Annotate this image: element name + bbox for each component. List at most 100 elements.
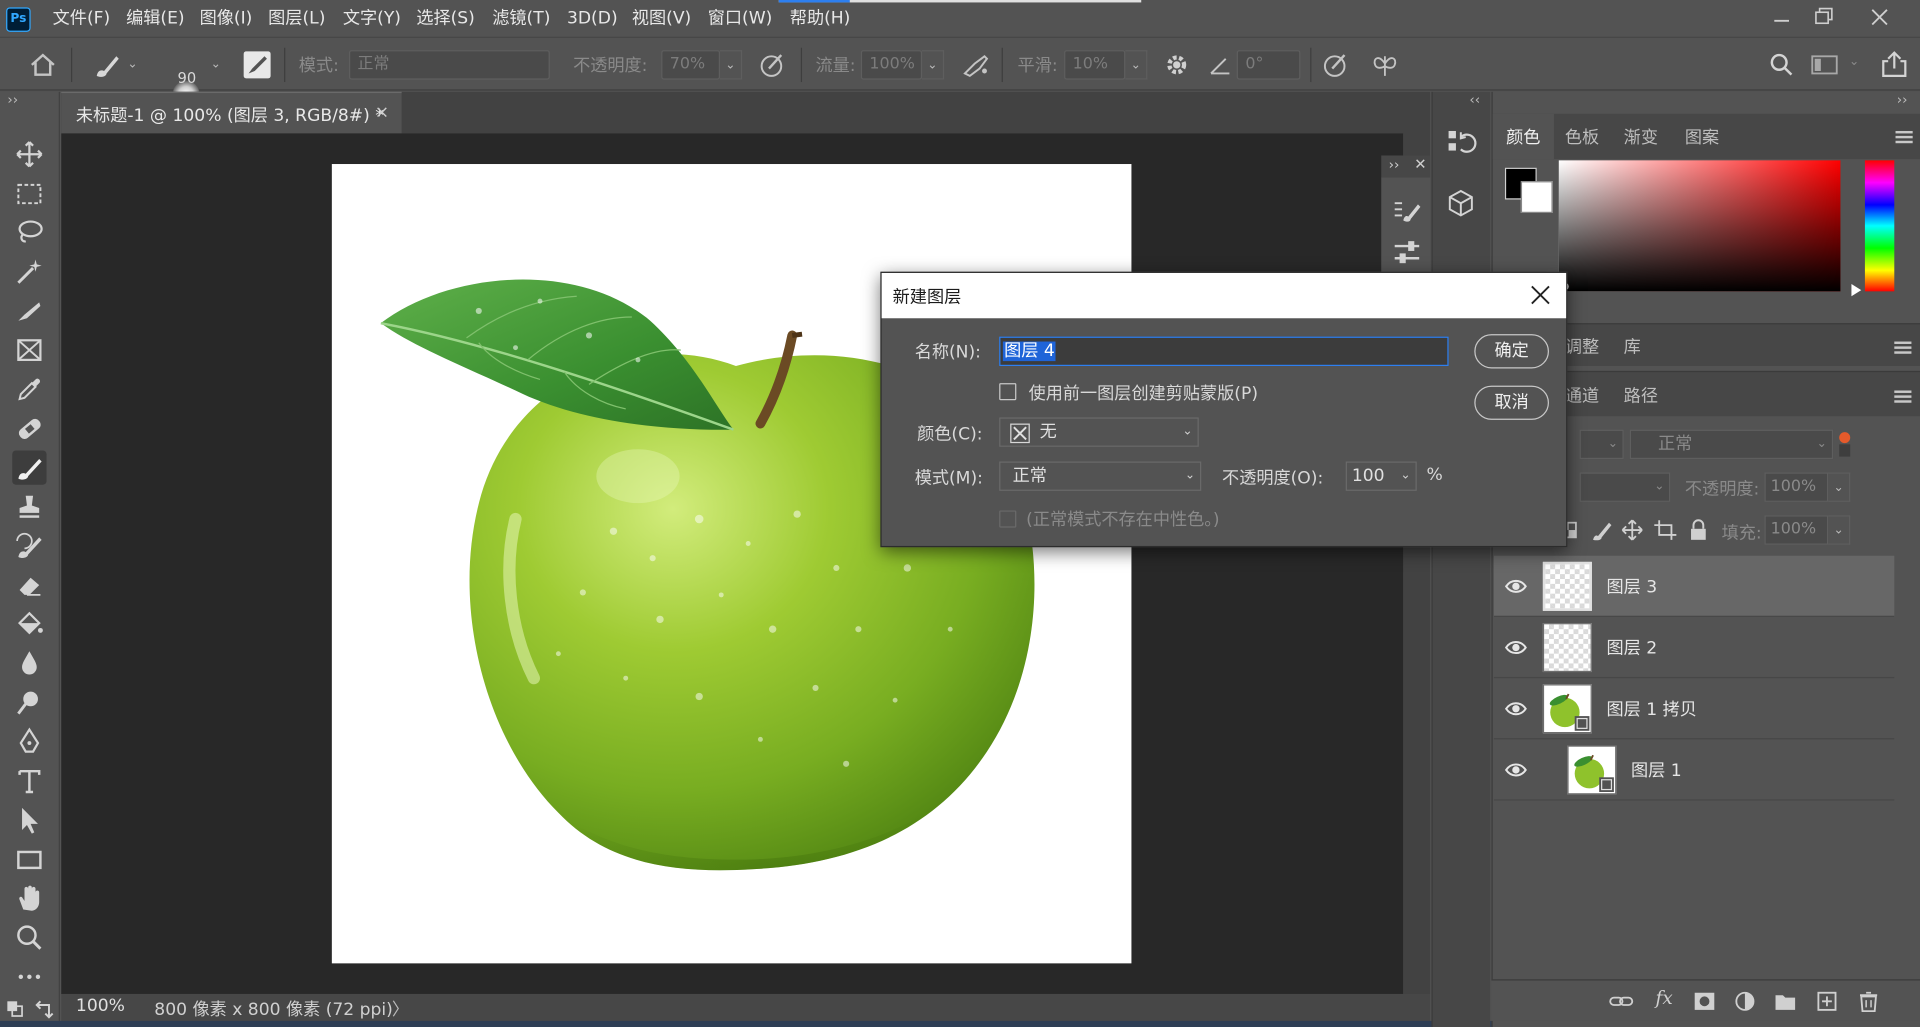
angle-field[interactable]: 0°: [1236, 50, 1301, 80]
layer-style-fx-icon[interactable]: fx: [1656, 987, 1673, 1009]
layer-filter-dropdown[interactable]: ⌄: [1579, 429, 1624, 460]
filter-toggle-indicator[interactable]: [1839, 432, 1851, 444]
layer-visibility-eye-icon[interactable]: [1504, 758, 1528, 782]
expand-mini-panel-icon[interactable]: ››: [1389, 157, 1400, 173]
blend-mode-select[interactable]: 正常 ⌄: [999, 461, 1202, 491]
layer-visibility-eye-icon[interactable]: [1504, 635, 1528, 659]
brush-preset-caret[interactable]: ⌄: [127, 58, 137, 71]
layer-color-dropdown[interactable]: 无 ⌄: [999, 417, 1199, 447]
swap-colors-icon[interactable]: [32, 998, 56, 1022]
dodge-tool-icon[interactable]: [12, 685, 46, 719]
workspace-icon[interactable]: [1809, 49, 1841, 81]
mode-dropdown[interactable]: 正常: [348, 50, 550, 80]
filter-toggle-track[interactable]: [1839, 444, 1851, 457]
more-tools-icon[interactable]: [12, 960, 46, 994]
add-mask-icon[interactable]: [1692, 990, 1716, 1012]
menu-filter[interactable]: 滤镜(T): [492, 5, 550, 32]
flow-caret[interactable]: ⌄: [922, 50, 945, 80]
fill-field[interactable]: 100%: [1764, 515, 1829, 545]
layer-visibility-eye-icon[interactable]: [1504, 574, 1528, 598]
collapse-dock-icon[interactable]: ‹‹: [1469, 92, 1480, 108]
fill-caret[interactable]: ⌄: [1828, 515, 1851, 545]
tool-presets-icon[interactable]: [1391, 236, 1423, 268]
zoom-level[interactable]: 100%: [76, 996, 125, 1016]
menu-3d[interactable]: 3D(D): [567, 5, 618, 32]
close-tab-icon[interactable]: ×: [375, 103, 389, 123]
new-layer-icon[interactable]: [1815, 990, 1839, 1012]
clone-stamp-tool-icon[interactable]: [12, 490, 46, 524]
collapse-toolbar-icon[interactable]: ››: [7, 92, 18, 108]
layer-thumbnail-apple[interactable]: [1542, 684, 1592, 734]
hand-tool-icon[interactable]: [12, 881, 46, 915]
history-panel-icon[interactable]: [1445, 126, 1477, 158]
hue-slider[interactable]: [1864, 160, 1895, 292]
airbrush-icon[interactable]: [960, 49, 992, 81]
menu-image[interactable]: 图像(I): [200, 5, 253, 32]
menu-file[interactable]: 文件(F): [53, 5, 111, 32]
brush-tool-icon[interactable]: [12, 450, 47, 485]
paint-bucket-tool-icon[interactable]: [12, 607, 46, 641]
expand-panels-icon[interactable]: ››: [1897, 92, 1908, 108]
lock-position-icon[interactable]: [1620, 519, 1644, 541]
menu-window[interactable]: 窗口(W): [708, 5, 773, 32]
tab-gradients[interactable]: 渐变: [1624, 125, 1658, 149]
default-colors-icon[interactable]: [5, 998, 32, 1022]
frame-tool-icon[interactable]: [12, 333, 46, 367]
workspace-caret[interactable]: ⌄: [1849, 55, 1859, 68]
opacity-caret[interactable]: ⌄: [720, 50, 743, 80]
smoothing-field[interactable]: 10%: [1064, 50, 1126, 80]
new-group-icon[interactable]: [1773, 990, 1797, 1012]
delete-layer-icon[interactable]: [1856, 990, 1880, 1013]
menu-type[interactable]: 文字(Y): [343, 5, 401, 32]
search-icon[interactable]: [1766, 49, 1798, 81]
smoothing-gear-icon[interactable]: [1161, 49, 1193, 81]
document-tab[interactable]: 未标题-1 @ 100% (图层 3, RGB/8#) * ×: [61, 91, 402, 134]
brush-preset-icon[interactable]: [91, 49, 123, 81]
3d-panel-icon[interactable]: [1445, 187, 1477, 219]
clipping-mask-checkbox[interactable]: [999, 383, 1017, 401]
menu-select[interactable]: 选择(S): [416, 5, 475, 32]
rectangle-tool-icon[interactable]: [12, 842, 46, 876]
lock-artboard-icon[interactable]: [1653, 519, 1677, 541]
symmetry-butterfly-icon[interactable]: [1369, 49, 1401, 81]
tab-channels[interactable]: 通道: [1565, 383, 1599, 407]
close-mini-panel-icon[interactable]: ✕: [1414, 155, 1426, 172]
restore-icon[interactable]: [1805, 2, 1842, 31]
blend-mode-dropdown[interactable]: 正常 ⌄: [1629, 429, 1834, 460]
layer-opacity-field[interactable]: 100%: [1764, 472, 1829, 502]
status-expand-icon[interactable]: 〉: [392, 996, 409, 1020]
flow-field[interactable]: 100%: [860, 50, 923, 80]
close-dialog-icon[interactable]: [1528, 283, 1552, 307]
menu-view[interactable]: 视图(V): [632, 5, 691, 32]
healing-brush-tool-icon[interactable]: [12, 411, 46, 445]
zoom-tool-icon[interactable]: [12, 921, 46, 955]
pen-tool-icon[interactable]: [12, 725, 46, 759]
history-brush-tool-icon[interactable]: [12, 529, 46, 563]
share-icon[interactable]: [1878, 49, 1910, 81]
background-color-swatch[interactable]: [1520, 181, 1553, 213]
menu-help[interactable]: 帮助(H): [790, 5, 851, 32]
pen-path-tool-icon[interactable]: [12, 294, 46, 328]
layer-name[interactable]: 图层 1: [1631, 758, 1682, 782]
lock-pixels-icon[interactable]: [1589, 519, 1613, 541]
magic-wand-tool-icon[interactable]: [12, 255, 46, 289]
layer-visibility-eye-icon[interactable]: [1504, 697, 1528, 721]
type-tool-icon[interactable]: [12, 764, 46, 798]
layer-row[interactable]: 图层 1: [1493, 739, 1895, 801]
layer-lock-dropdown[interactable]: ⌄: [1579, 472, 1671, 502]
pressure-size-icon[interactable]: [1320, 49, 1352, 81]
tab-paths[interactable]: 路径: [1624, 383, 1658, 407]
opacity-input[interactable]: 100 ⌄: [1345, 461, 1417, 491]
hue-slider-handle[interactable]: [1851, 283, 1862, 297]
layer-name[interactable]: 图层 2: [1607, 635, 1658, 659]
layer-opacity-caret[interactable]: ⌄: [1828, 472, 1851, 502]
home-icon[interactable]: [27, 49, 59, 81]
color-saturation-field[interactable]: [1558, 160, 1841, 292]
layer-name[interactable]: 图层 1 拷贝: [1607, 697, 1697, 721]
move-tool-icon[interactable]: [12, 137, 46, 171]
tab-color[interactable]: 颜色: [1506, 125, 1540, 149]
menu-layer[interactable]: 图层(L): [268, 5, 325, 32]
cancel-button[interactable]: 取消: [1474, 385, 1549, 420]
ok-button[interactable]: 确定: [1474, 334, 1549, 369]
tab-patterns[interactable]: 图案: [1685, 125, 1719, 149]
